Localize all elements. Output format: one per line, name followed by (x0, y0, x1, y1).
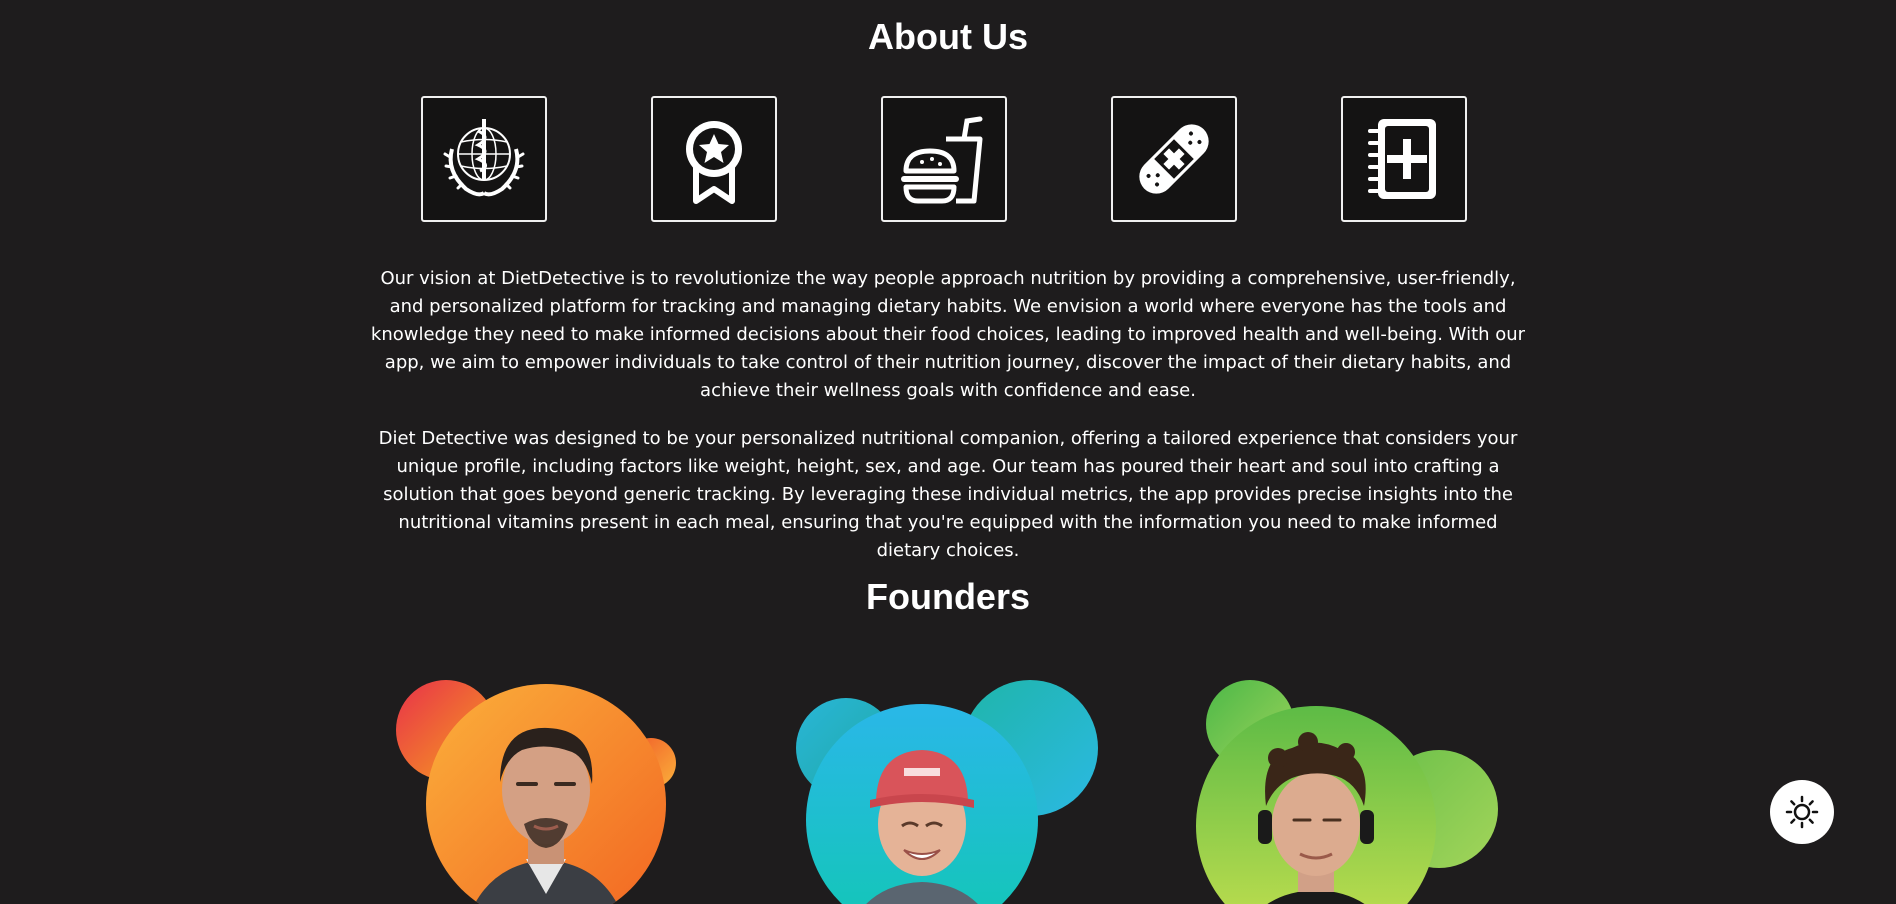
who-emblem-icon (443, 119, 525, 197)
fast-food-icon (901, 116, 983, 204)
about-icon-row (421, 96, 1471, 224)
vision-paragraph: Our vision at DietDetective is to revolu… (370, 268, 1526, 401)
bandage-icon (1139, 124, 1209, 194)
founder-card (390, 672, 730, 904)
design-paragraph: Diet Detective was designed to be your p… (378, 428, 1518, 561)
medical-notebook-icon (1368, 119, 1436, 199)
medical-notebook-card (1341, 96, 1467, 222)
bandage-card (1111, 96, 1237, 222)
theme-toggle-button[interactable] (1770, 780, 1834, 844)
about-title: About Us (868, 16, 1028, 57)
founder-avatar (426, 684, 666, 904)
award-ribbon-icon (686, 121, 742, 204)
founders-title: Founders (865, 576, 1030, 617)
founder-card (1190, 672, 1530, 904)
founder-card (790, 672, 1130, 904)
founder-1-photo (474, 727, 618, 904)
fast-food-card (881, 96, 1007, 222)
who-emblem-card (421, 96, 547, 222)
about-page: About Us Our vision at DietDetective is … (0, 0, 1896, 904)
award-ribbon-card (651, 96, 777, 222)
sun-icon (1785, 795, 1819, 829)
